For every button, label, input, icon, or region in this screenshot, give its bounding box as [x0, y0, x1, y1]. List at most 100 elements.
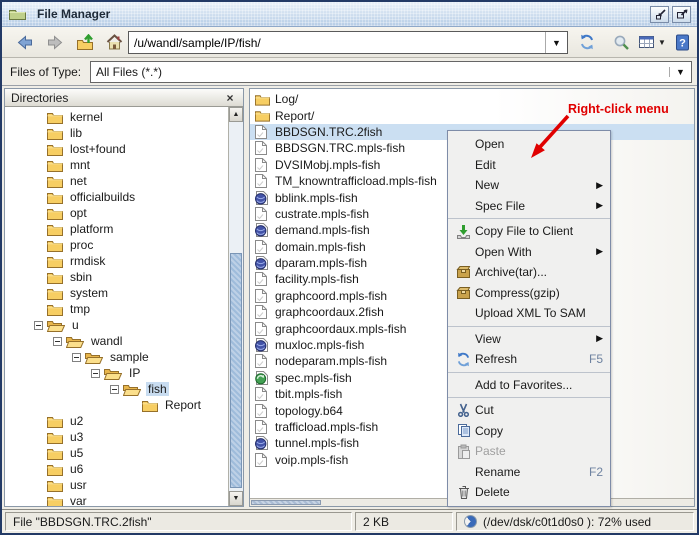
open-folder-icon [66, 335, 84, 348]
folder-icon [47, 175, 63, 188]
tree-item-fish[interactable]: fish [5, 381, 228, 397]
folder-icon [47, 191, 63, 204]
tree-item-u5[interactable]: u5 [5, 445, 228, 461]
file-item-label: tunnel.mpls-fish [275, 436, 359, 450]
tree-item-label: Report [163, 398, 203, 412]
tree-item-u3[interactable]: u3 [5, 429, 228, 445]
tree-item-u[interactable]: u [5, 317, 228, 333]
menu-item-open-with[interactable]: Open With [448, 242, 610, 263]
menu-item-add-to-favorites[interactable]: Add to Favorites... [448, 375, 610, 396]
tree-item-lib[interactable]: lib [5, 125, 228, 141]
menu-item-spec-file[interactable]: Spec File [448, 196, 610, 217]
menu-item-label: Paste [475, 444, 506, 458]
submenu-arrow-icon [596, 180, 603, 191]
tree-item-sample[interactable]: sample [5, 349, 228, 365]
doc-icon [255, 272, 272, 286]
tree-item-label: proc [68, 238, 95, 252]
tree-item-ip[interactable]: IP [5, 365, 228, 381]
collapse-handle-icon[interactable] [34, 321, 43, 330]
tree-item-sbin[interactable]: sbin [5, 269, 228, 285]
home-button[interactable] [101, 30, 127, 54]
collapse-handle-icon[interactable] [110, 385, 119, 394]
tree-vertical-scrollbar[interactable] [228, 107, 243, 506]
menu-item-new[interactable]: New [448, 175, 610, 196]
address-dropdown-button[interactable] [545, 32, 567, 53]
folder-icon [47, 271, 63, 284]
files-of-type-dropdown-button[interactable] [669, 67, 691, 77]
collapse-handle-icon[interactable] [91, 369, 100, 378]
maximize-button[interactable] [672, 6, 691, 23]
doc-icon [255, 453, 272, 467]
tree-item-platform[interactable]: platform [5, 221, 228, 237]
tree-item-system[interactable]: system [5, 285, 228, 301]
file-item-label: DVSIMobj.mpls-fish [275, 158, 380, 172]
view-options-button[interactable]: ▼ [636, 30, 668, 54]
address-input[interactable] [129, 32, 545, 53]
up-directory-button[interactable] [72, 30, 98, 54]
open-folder-icon [47, 319, 65, 332]
tree-item-label: usr [68, 478, 89, 492]
refresh-button[interactable] [574, 30, 600, 54]
folder-icon [47, 463, 63, 476]
menu-item-refresh[interactable]: RefreshF5 [448, 349, 610, 370]
menu-item-rename[interactable]: RenameF2 [448, 462, 610, 483]
tree-item-rmdisk[interactable]: rmdisk [5, 253, 228, 269]
tree-item-officialbuilds[interactable]: officialbuilds [5, 189, 228, 205]
wandl-doc-icon [255, 256, 272, 270]
collapse-handle-icon[interactable] [72, 353, 81, 362]
tree-item-var[interactable]: var [5, 493, 228, 506]
menu-item-label: Compress(gzip) [475, 286, 560, 300]
tree-item-u2[interactable]: u2 [5, 413, 228, 429]
tree-item-opt[interactable]: opt [5, 205, 228, 221]
file-item-label: graphcoordaux.mpls-fish [275, 322, 406, 336]
file-item-label: graphcoord.mpls-fish [275, 289, 387, 303]
tree-item-wandl[interactable]: wandl [5, 333, 228, 349]
menu-item-compress-gzip[interactable]: Compress(gzip) [448, 283, 610, 304]
restore-button[interactable] [650, 6, 669, 23]
menu-item-view[interactable]: View [448, 329, 610, 350]
menu-item-cut[interactable]: Cut [448, 400, 610, 421]
close-icon[interactable] [223, 91, 237, 105]
tree-item-tmp[interactable]: tmp [5, 301, 228, 317]
help-button[interactable]: ? [670, 30, 694, 54]
forward-button[interactable] [42, 30, 68, 54]
menu-item-copy-file-to-client[interactable]: Copy File to Client [448, 221, 610, 242]
search-button[interactable] [608, 30, 634, 54]
file-item-label: dparam.mpls-fish [275, 256, 367, 270]
tree-item-lost-found[interactable]: lost+found [5, 141, 228, 157]
tree-item-label: var [68, 494, 89, 506]
tree-scrollbar-thumb[interactable] [230, 253, 242, 488]
files-scrollbar-thumb[interactable] [251, 500, 321, 505]
back-button[interactable] [12, 30, 38, 54]
menu-item-delete[interactable]: Delete [448, 482, 610, 503]
tree-item-mnt[interactable]: mnt [5, 157, 228, 173]
file-item-label: muxloc.mpls-fish [275, 338, 364, 352]
doc-icon [255, 141, 272, 155]
doc-icon [255, 289, 272, 303]
wandl-doc-icon [255, 223, 272, 237]
status-bar: File "BBDSGN.TRC.2fish" 2 KB (/dev/dsk/c… [2, 509, 697, 533]
menu-item-label: Archive(tar)... [475, 265, 547, 279]
tree-item-label: fish [146, 382, 169, 396]
folder-icon [47, 111, 63, 124]
menu-item-label: Upload XML To SAM [475, 306, 586, 320]
menu-item-label: Add to Favorites... [475, 378, 572, 392]
tree-item-report[interactable]: Report [5, 397, 228, 413]
scroll-up-icon[interactable] [229, 107, 243, 122]
menu-item-copy[interactable]: Copy [448, 421, 610, 442]
scroll-down-icon[interactable] [229, 491, 243, 506]
context-menu: OpenEditNewSpec FileCopy File to ClientO… [447, 130, 611, 507]
menu-item-archive-tar[interactable]: Archive(tar)... [448, 262, 610, 283]
tree-item-usr[interactable]: usr [5, 477, 228, 493]
tree-item-label: platform [68, 222, 115, 236]
window-buttons [647, 6, 691, 23]
menu-item-shortcut: F5 [589, 352, 603, 366]
annotation-arrow [522, 110, 582, 172]
menu-item-upload-xml-to-sam[interactable]: Upload XML To SAM [448, 303, 610, 324]
tree-item-kernel[interactable]: kernel [5, 109, 228, 125]
files-of-type-combo[interactable]: All Files (*.*) [90, 61, 692, 83]
collapse-handle-icon[interactable] [53, 337, 62, 346]
tree-item-proc[interactable]: proc [5, 237, 228, 253]
tree-item-u6[interactable]: u6 [5, 461, 228, 477]
tree-item-net[interactable]: net [5, 173, 228, 189]
